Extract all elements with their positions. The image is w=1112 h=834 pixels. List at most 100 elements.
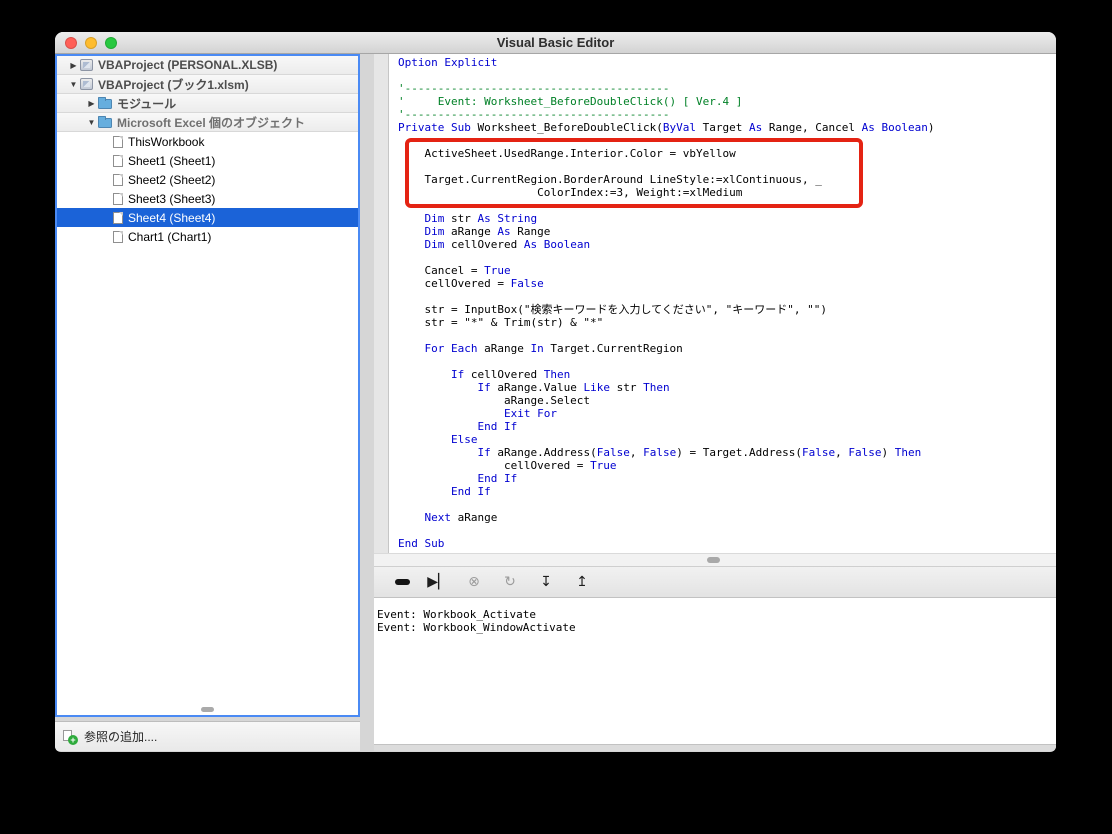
code-line: If aRange.Value Like str Then <box>477 381 670 394</box>
code-line: Target.CurrentRegion.BorderAround LineSt… <box>398 173 822 186</box>
step-into-icon: ↧ <box>540 574 552 590</box>
tree-item-label: Sheet2 (Sheet2) <box>128 172 216 187</box>
tree-item[interactable]: ▼ VBAProject (ブック1.xlsm) <box>57 75 358 94</box>
step-out-button[interactable]: ↥ <box>570 570 594 594</box>
code-line: ' Event: Worksheet_BeforeDoubleClick() [… <box>398 95 743 108</box>
code-hscrollbar[interactable] <box>374 553 1056 566</box>
sheet-icon <box>113 192 123 205</box>
tree-item-label: VBAProject (ブック1.xlsm) <box>98 77 249 92</box>
stop-icon: ⊗ <box>468 574 480 590</box>
code-line: Cancel = True <box>398 264 511 277</box>
code-line: Exit For <box>503 407 557 420</box>
folder-icon <box>98 97 112 109</box>
reset-button[interactable]: ↻ <box>498 570 522 594</box>
code-line: Else <box>450 433 478 446</box>
code-line: End Sub <box>398 537 445 550</box>
tree-item[interactable]: Sheet1 (Sheet1) <box>57 151 358 170</box>
tree-scrollbar-thumb[interactable] <box>201 707 214 712</box>
code-line: Private Sub Worksheet_BeforeDoubleClick(… <box>398 121 935 134</box>
code-scrollbar-thumb[interactable] <box>707 557 720 563</box>
code-line: cellOvered = False <box>398 277 544 290</box>
vbe-window: Visual Basic Editor ▶ VBAProject (PERSONA… <box>55 32 1056 752</box>
code-line: cellOvered = True <box>398 459 617 472</box>
continue-icon <box>394 579 410 585</box>
stop-button[interactable]: ⊗ <box>462 570 486 594</box>
title-bar[interactable]: Visual Basic Editor <box>55 32 1056 54</box>
tree-item-label: ThisWorkbook <box>128 134 205 149</box>
tree-item-label: Chart1 (Chart1) <box>128 229 212 244</box>
code-line: Dim aRange As Range <box>424 225 551 238</box>
sheet-icon <box>113 173 123 186</box>
project-icon <box>80 78 93 90</box>
disclosure-triangle-icon[interactable]: ▼ <box>85 118 98 127</box>
add-reference-icon: + <box>63 729 78 745</box>
code-lines: Option Explicit '------------------------… <box>398 56 1056 550</box>
project-explorer: ▶ VBAProject (PERSONAL.XLSB) ▼ VBAProject (… <box>55 54 360 717</box>
code-line: If cellOvered Then <box>450 368 571 381</box>
add-reference-label: 参照の追加.... <box>84 730 158 744</box>
tree-item[interactable]: Sheet2 (Sheet2) <box>57 170 358 189</box>
tree-item[interactable]: Sheet4 (Sheet4) <box>57 208 358 227</box>
code-line: If aRange.Address(False, False) = Target… <box>477 446 922 459</box>
tree-item[interactable]: Chart1 (Chart1) <box>57 227 358 246</box>
code-editor[interactable]: Option Explicit '------------------------… <box>389 54 1056 553</box>
sheet-icon <box>113 230 123 243</box>
tree-item[interactable]: ThisWorkbook <box>57 132 358 151</box>
tree-item-label: Sheet3 (Sheet3) <box>128 191 216 206</box>
traffic-lights <box>65 37 117 49</box>
run-to-cursor-button[interactable]: ▶▏ <box>426 570 450 594</box>
tree-item-label: モジュール <box>117 96 177 111</box>
code-line: ColorIndex:=3, Weight:=xlMedium <box>398 186 743 199</box>
sheet-icon <box>113 154 123 167</box>
add-reference-bar[interactable]: + 参照の追加.... <box>55 721 360 751</box>
code-line: '---------------------------------------… <box>398 82 670 95</box>
zoom-button[interactable] <box>105 37 117 49</box>
tree-item[interactable]: Sheet3 (Sheet3) <box>57 189 358 208</box>
right-column: Option Explicit '------------------------… <box>374 54 1056 751</box>
code-region: Option Explicit '------------------------… <box>374 54 1056 553</box>
code-line: Option Explicit <box>398 56 498 69</box>
pane-splitter[interactable] <box>360 54 374 751</box>
left-column: ▶ VBAProject (PERSONAL.XLSB) ▼ VBAProject (… <box>55 54 360 751</box>
code-line: str = InputBox("検索キーワードを入力してください", "キーワー… <box>398 303 828 316</box>
tree-item-label: Sheet4 (Sheet4) <box>128 210 216 225</box>
code-line: '---------------------------------------… <box>398 108 670 121</box>
project-tree: ▶ VBAProject (PERSONAL.XLSB) ▼ VBAProject (… <box>57 56 358 246</box>
immediate-window[interactable]: Event: Workbook_Activate Event: Workbook_… <box>374 598 1056 744</box>
code-line: Dim cellOvered As Boolean <box>424 238 591 251</box>
code-line: aRange.Select <box>398 394 591 407</box>
disclosure-triangle-icon[interactable]: ▶ <box>85 99 98 108</box>
window-bottom-edge <box>374 744 1056 751</box>
tree-item-label: Microsoft Excel 個のオブジェクト <box>117 115 306 130</box>
sheet-icon <box>113 135 123 148</box>
tree-item[interactable]: ▶ VBAProject (PERSONAL.XLSB) <box>57 56 358 75</box>
immediate-line: Event: Workbook_Activate <box>377 608 536 621</box>
step-into-button[interactable]: ↧ <box>534 570 558 594</box>
code-line: ActiveSheet.UsedRange.Interior.Color = v… <box>398 147 736 160</box>
tree-item-label: Sheet1 (Sheet1) <box>128 153 216 168</box>
continue-button[interactable] <box>390 570 414 594</box>
tree-item[interactable]: ▶ モジュール <box>57 94 358 113</box>
code-line: For Each aRange In Target.CurrentRegion <box>424 342 683 355</box>
code-line: Next aRange <box>424 511 498 524</box>
code-line: Dim str As String <box>424 212 538 225</box>
tree-item[interactable]: ▼ Microsoft Excel 個のオブジェクト <box>57 113 358 132</box>
debug-toolbar: ▶▏ ⊗ ↻ ↧ ↥ <box>374 566 1056 598</box>
window-content: ▶ VBAProject (PERSONAL.XLSB) ▼ VBAProject (… <box>55 54 1056 751</box>
code-line: End If <box>450 485 491 498</box>
disclosure-triangle-icon[interactable]: ▼ <box>67 80 80 89</box>
tree-item-label: VBAProject (PERSONAL.XLSB) <box>98 58 278 72</box>
disclosure-triangle-icon[interactable]: ▶ <box>67 61 80 70</box>
minimize-button[interactable] <box>85 37 97 49</box>
close-button[interactable] <box>65 37 77 49</box>
sheet-icon <box>113 211 123 224</box>
